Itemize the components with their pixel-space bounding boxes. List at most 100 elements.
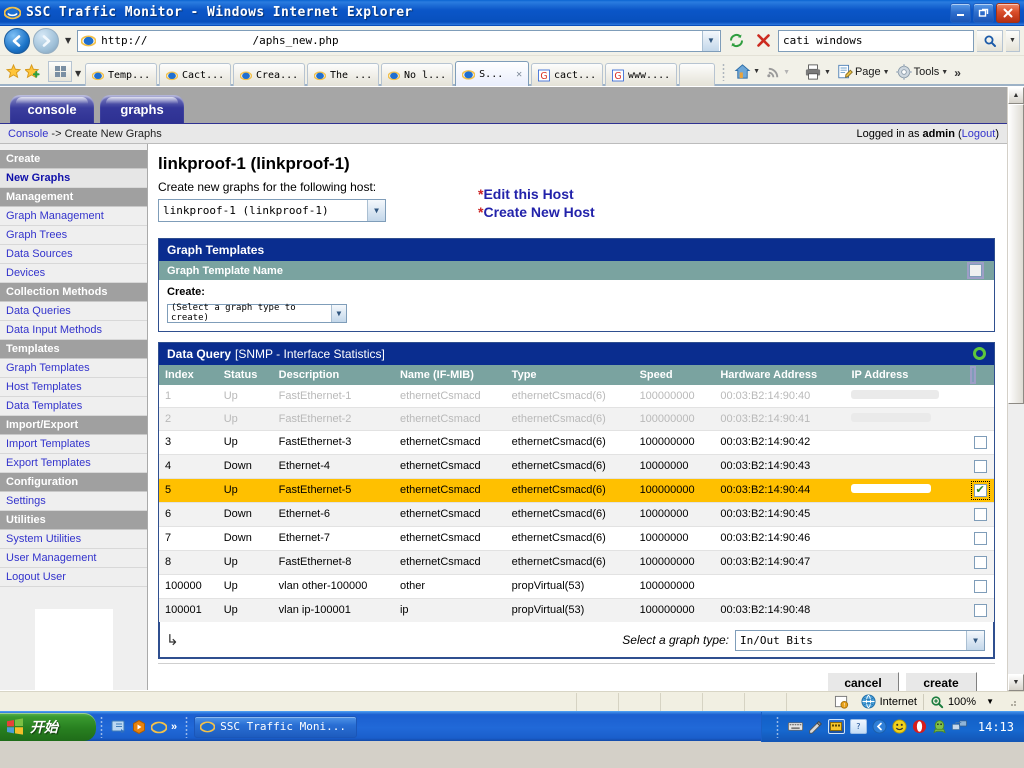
breadcrumb-console-link[interactable]: Console xyxy=(8,128,48,140)
refresh-button[interactable] xyxy=(724,29,748,53)
show-desktop-icon[interactable] xyxy=(111,719,127,735)
sidebar-item-data-queries[interactable]: Data Queries xyxy=(0,302,147,321)
table-row[interactable]: 100001 Up vlan ip-100001 ip propVirtual(53) 1… xyxy=(159,598,994,623)
sidebar-item-data-input-methods[interactable]: Data Input Methods xyxy=(0,321,147,340)
history-caret-icon[interactable]: ▼ xyxy=(62,36,74,45)
ime-toolbar-icon[interactable] xyxy=(827,719,845,734)
media-player-icon[interactable] xyxy=(131,719,147,735)
page-scrollbar[interactable]: ▲ ▼ xyxy=(1007,87,1024,691)
home-button[interactable]: ▼ xyxy=(731,63,763,84)
row-checkbox[interactable] xyxy=(973,459,987,473)
table-row[interactable]: 1 Up FastEthernet-1 ethernetCsmacd ethernetC… xyxy=(159,384,994,408)
cacti-tab-console[interactable]: console xyxy=(10,95,94,123)
url-dropdown-caret-icon[interactable]: ▼ xyxy=(702,30,719,51)
browser-tab-2[interactable]: Cact... xyxy=(159,63,232,86)
browser-tab-5[interactable]: No l... xyxy=(381,63,454,86)
browser-tab-8[interactable]: G www.... xyxy=(605,63,678,86)
cacti-tab-graphs[interactable]: graphs xyxy=(100,95,184,123)
host-select-caret-icon[interactable]: ▼ xyxy=(367,200,385,221)
row-select-cell[interactable] xyxy=(966,574,994,599)
back-button[interactable] xyxy=(4,27,30,54)
row-select-cell[interactable] xyxy=(966,384,994,408)
graph-type-select[interactable]: In/Out Bits ▼ xyxy=(735,629,985,651)
col-type[interactable]: Type xyxy=(505,364,634,385)
add-favorite-icon[interactable] xyxy=(23,64,42,84)
col-status[interactable]: Status xyxy=(217,364,273,385)
sidebar-item-host-templates[interactable]: Host Templates xyxy=(0,378,147,397)
sidebar-item-user-management[interactable]: User Management xyxy=(0,549,147,568)
table-row[interactable]: 8 Up FastEthernet-8 ethernetCsmacd ethernetC… xyxy=(159,550,994,575)
restore-button[interactable] xyxy=(973,2,994,23)
table-row[interactable]: 3 Up FastEthernet-3 ethernetCsmacd ethernetC… xyxy=(159,430,994,455)
sidebar-item-devices[interactable]: Devices xyxy=(0,264,147,283)
sidebar-item-system-utilities[interactable]: System Utilities xyxy=(0,530,147,549)
row-select-cell[interactable] xyxy=(966,502,994,527)
sidebar-item-export-templates[interactable]: Export Templates xyxy=(0,454,147,473)
row-select-cell[interactable] xyxy=(966,526,994,551)
tab-list-caret-icon[interactable]: ▼ xyxy=(72,69,84,84)
toolbar-overflow-icon[interactable]: » xyxy=(951,66,964,84)
security-zone[interactable]: Internet xyxy=(855,693,923,711)
url-input[interactable]: http:// /aphs_new.php ▼ xyxy=(77,29,721,52)
start-button[interactable]: 开始 xyxy=(0,712,96,741)
sidebar-item-new-graphs[interactable]: New Graphs xyxy=(0,169,147,188)
row-checkbox[interactable] xyxy=(973,555,987,569)
create-button[interactable]: create xyxy=(905,671,977,691)
search-caret-icon[interactable]: ▼ xyxy=(1006,29,1020,52)
msn-messenger-icon[interactable] xyxy=(892,719,907,734)
keyboard-icon[interactable] xyxy=(787,719,803,734)
home-caret-icon[interactable]: ▼ xyxy=(753,68,760,75)
col-speed[interactable]: Speed xyxy=(633,364,715,385)
row-checkbox[interactable] xyxy=(970,480,990,500)
table-row[interactable]: 5 Up FastEthernet-5 ethernetCsmacd ethernetC… xyxy=(159,478,994,503)
col-hardware-address[interactable]: Hardware Address xyxy=(714,364,846,385)
quick-launch-handle[interactable] xyxy=(100,715,103,738)
zoom-control[interactable]: 100% xyxy=(924,693,980,711)
scrollbar-thumb[interactable] xyxy=(1008,104,1024,404)
row-checkbox[interactable] xyxy=(973,507,987,521)
host-select[interactable]: linkproof-1 (linkproof-1) ▼ xyxy=(158,199,386,222)
sidebar-item-data-templates[interactable]: Data Templates xyxy=(0,397,147,416)
tray-expand-icon[interactable] xyxy=(872,719,887,734)
page-caret-icon[interactable]: ▼ xyxy=(883,69,890,76)
search-input[interactable]: cati windows xyxy=(778,29,974,52)
row-checkbox[interactable] xyxy=(973,435,987,449)
table-row[interactable]: 6 Down Ethernet-6 ethernetCsmacd ethernetCsm… xyxy=(159,502,994,527)
close-button[interactable] xyxy=(996,2,1020,23)
row-select-cell[interactable] xyxy=(966,550,994,575)
handwriting-icon[interactable] xyxy=(808,719,823,734)
qq-icon[interactable] xyxy=(932,719,947,734)
browser-tab-6-active[interactable]: S... ✕ xyxy=(455,61,530,86)
scroll-down-button[interactable]: ▼ xyxy=(1008,674,1024,691)
graph-type-caret-icon[interactable]: ▼ xyxy=(966,630,984,650)
row-select-cell[interactable] xyxy=(966,454,994,479)
taskbar-item-ssc-traffic-monitor[interactable]: SSC Traffic Moni... xyxy=(194,715,357,738)
row-select-cell[interactable] xyxy=(966,478,994,503)
browser-tab-4[interactable]: The ... xyxy=(307,63,380,86)
table-row[interactable]: 2 Up FastEthernet-2 ethernetCsmacd ethernetC… xyxy=(159,407,994,431)
sidebar-item-graph-management[interactable]: Graph Management xyxy=(0,207,147,226)
feeds-button[interactable]: ▼ xyxy=(763,65,793,84)
scrollbar-track[interactable] xyxy=(1008,104,1024,674)
graph-type-create-select[interactable]: (Select a graph type to create) ▼ xyxy=(167,303,347,323)
sidebar-item-settings[interactable]: Settings xyxy=(0,492,147,511)
cancel-button[interactable]: cancel xyxy=(827,671,899,691)
new-tab-button[interactable] xyxy=(679,63,716,86)
scroll-up-button[interactable]: ▲ xyxy=(1008,87,1024,104)
graph-templates-select-all-checkbox[interactable] xyxy=(969,264,982,277)
forward-button[interactable] xyxy=(33,27,59,54)
sidebar-item-graph-templates[interactable]: Graph Templates xyxy=(0,359,147,378)
taskbar-handle[interactable] xyxy=(185,715,189,738)
ime-help-icon[interactable]: ? xyxy=(849,719,867,734)
table-row[interactable]: 7 Down Ethernet-7 ethernetCsmacd ethernetCsm… xyxy=(159,526,994,551)
row-select-cell[interactable] xyxy=(966,407,994,431)
resize-grip[interactable] xyxy=(1000,693,1024,711)
opera-icon[interactable] xyxy=(912,719,927,734)
refresh-icon[interactable] xyxy=(973,347,986,360)
row-checkbox[interactable] xyxy=(973,579,987,593)
col-index[interactable]: Index xyxy=(159,364,218,385)
minimize-button[interactable] xyxy=(950,2,971,23)
col-ip-address[interactable]: IP Address xyxy=(845,364,966,385)
tools-menu-button[interactable]: Tools ▼ xyxy=(893,64,952,84)
table-row[interactable]: 4 Down Ethernet-4 ethernetCsmacd ethernetCsm… xyxy=(159,454,994,479)
